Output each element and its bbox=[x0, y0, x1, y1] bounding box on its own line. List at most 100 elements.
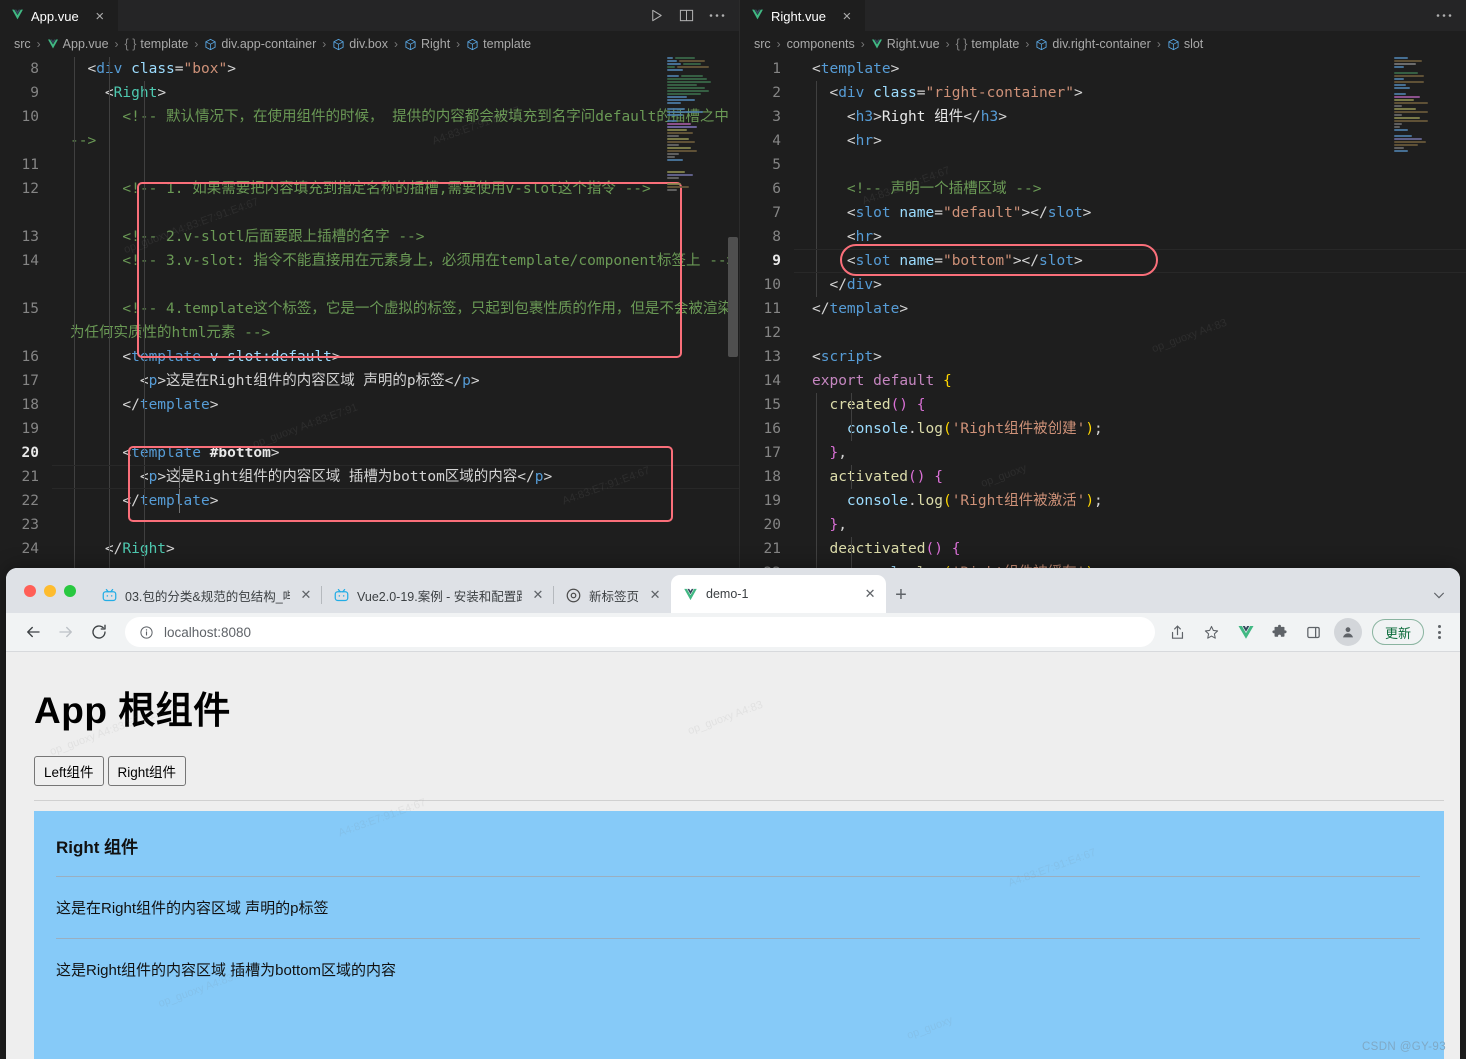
browser-tab[interactable]: Vue2.0-19.案例 - 安装和配置路由 ✕ bbox=[322, 577, 554, 613]
breadcrumb-item-template[interactable]: { } template bbox=[125, 37, 189, 51]
symbol-cube-icon bbox=[205, 38, 216, 50]
csdn-watermark: CSDN @GY-93 bbox=[1361, 1041, 1446, 1053]
back-button[interactable] bbox=[18, 617, 48, 647]
code-line: console.log('Right组件被创建'); bbox=[846, 421, 1103, 437]
page-title: App 根组件 bbox=[34, 690, 231, 732]
line-number: 20 bbox=[763, 517, 781, 533]
close-icon[interactable]: ✕ bbox=[298, 587, 314, 603]
vue-file-icon bbox=[47, 39, 58, 49]
code-line: created() { bbox=[829, 397, 926, 413]
breadcrumb-item-box[interactable]: div.box bbox=[332, 37, 388, 51]
chrome-icon bbox=[566, 588, 581, 603]
breadcrumb-item-file[interactable]: App.vue bbox=[47, 37, 109, 51]
address-bar-url: localhost:8080 bbox=[164, 624, 252, 640]
left-component-button[interactable]: Left组件 bbox=[34, 756, 104, 787]
page-viewport: App 根组件 Left组件 Right组件 Right 组件 这是在Right… bbox=[6, 651, 1460, 1059]
close-icon[interactable]: × bbox=[839, 9, 855, 24]
code-line-comment: <!-- 1. 如果需要把内容填充到指定名称的插槽,需要使用v-slot这个指令… bbox=[70, 181, 651, 197]
vue-file-icon bbox=[751, 8, 764, 24]
line-number: 17 bbox=[21, 373, 39, 389]
code-line-comment: <!-- 2.v-slotl后面要跟上插槽的名字 --> bbox=[70, 229, 425, 245]
line-number-active: 9 bbox=[772, 253, 781, 269]
vue-devtools-icon[interactable] bbox=[1232, 618, 1260, 646]
vue-file-icon bbox=[871, 39, 882, 49]
breadcrumb-item-src[interactable]: src bbox=[14, 37, 31, 51]
code-line: activated() { bbox=[829, 469, 943, 485]
code-line: <h3>Right 组件</h3> bbox=[812, 109, 1007, 125]
maximize-window-button[interactable] bbox=[64, 584, 76, 597]
bottom-slot-content: 这是Right组件的内容区域 插槽为bottom区域的内容 bbox=[56, 962, 397, 980]
symbol-cube-icon bbox=[405, 38, 416, 50]
line-number: 9 bbox=[30, 85, 39, 101]
editor-tabbar-left: App.vue × bbox=[0, 0, 739, 31]
update-button[interactable]: 更新 bbox=[1371, 619, 1424, 646]
chevron-right-icon: › bbox=[194, 37, 199, 51]
tab-search-button[interactable] bbox=[1432, 577, 1460, 613]
chevron-down-icon bbox=[1434, 592, 1444, 599]
editor-tab-label: Right.vue bbox=[771, 8, 826, 24]
code-line: </template> bbox=[812, 301, 909, 317]
editor-actions-right bbox=[1436, 0, 1466, 31]
editor-tab-label: App.vue bbox=[31, 8, 79, 24]
browser-tab[interactable]: 新标签页 ✕ bbox=[554, 577, 671, 613]
forward-button[interactable] bbox=[51, 617, 81, 647]
line-number: 5 bbox=[772, 157, 781, 173]
breadcrumb-item-right[interactable]: Right bbox=[404, 37, 450, 51]
chevron-right-icon: › bbox=[456, 37, 461, 51]
code-line: <p>这是Right组件的内容区域 插槽为bottom区域的内容</p> bbox=[70, 469, 553, 485]
code-line: }, bbox=[829, 517, 847, 533]
code-line: <slot name="bottom"></slot> bbox=[812, 253, 1083, 269]
breadcrumb-item-app-container[interactable]: div.app-container bbox=[204, 37, 316, 51]
split-editor-icon[interactable] bbox=[679, 8, 694, 23]
line-number-active: 20 bbox=[21, 445, 39, 461]
star-icon[interactable] bbox=[1198, 618, 1226, 646]
editor-tab-app-vue[interactable]: App.vue × bbox=[0, 0, 118, 31]
editor-tab-right-vue[interactable]: Right.vue × bbox=[740, 0, 865, 31]
symbol-cube-icon bbox=[467, 38, 478, 50]
close-icon[interactable]: ✕ bbox=[530, 587, 546, 603]
breadcrumb-item-components[interactable]: components bbox=[787, 37, 855, 51]
code-line: </template> bbox=[70, 397, 219, 413]
profile-avatar-icon[interactable] bbox=[1333, 618, 1362, 647]
minimize-window-button[interactable] bbox=[44, 584, 56, 597]
chevron-right-icon: › bbox=[860, 37, 865, 51]
line-number: 12 bbox=[763, 325, 781, 341]
breadcrumb-left: src › App.vue › { } template › div.app-c… bbox=[0, 31, 739, 57]
line-number: 1 bbox=[772, 61, 781, 77]
run-icon[interactable] bbox=[649, 8, 664, 23]
browser-tab[interactable]: 03.包的分类&规范的包结构_哔哩 ✕ bbox=[90, 577, 322, 613]
new-tab-button[interactable]: + bbox=[886, 577, 916, 613]
breadcrumb-item-right-container[interactable]: div.right-container bbox=[1035, 37, 1151, 51]
share-icon[interactable] bbox=[1164, 618, 1192, 646]
right-component-button[interactable]: Right组件 bbox=[107, 756, 187, 787]
close-icon[interactable]: ✕ bbox=[647, 587, 663, 603]
line-number: 24 bbox=[21, 541, 39, 557]
breadcrumb-item-slot[interactable]: slot bbox=[1167, 37, 1203, 51]
line-number: 15 bbox=[21, 301, 39, 317]
browser-tab-active[interactable]: demo-1 ✕ bbox=[671, 575, 887, 613]
side-panel-icon[interactable] bbox=[1300, 618, 1328, 646]
breadcrumb-item-src[interactable]: src bbox=[754, 37, 771, 51]
line-number: 8 bbox=[30, 61, 39, 77]
more-actions-icon[interactable] bbox=[1436, 13, 1452, 18]
puzzle-icon[interactable] bbox=[1266, 618, 1294, 646]
info-circle-icon[interactable] bbox=[139, 625, 154, 640]
line-number: 16 bbox=[21, 349, 39, 365]
line-number: 7 bbox=[772, 205, 781, 221]
close-icon[interactable]: × bbox=[92, 9, 108, 24]
breadcrumb-item-template-2[interactable]: template bbox=[466, 37, 531, 51]
breadcrumb-item-file[interactable]: Right.vue bbox=[871, 37, 940, 51]
line-number: 21 bbox=[763, 541, 781, 557]
close-icon[interactable]: ✕ bbox=[862, 586, 878, 602]
address-bar[interactable]: localhost:8080 bbox=[125, 617, 1155, 648]
kebab-menu-icon[interactable] bbox=[1430, 625, 1448, 640]
chevron-right-icon: › bbox=[36, 37, 41, 51]
line-number: 14 bbox=[21, 253, 39, 269]
line-number: 4 bbox=[772, 133, 781, 149]
breadcrumb-item-template[interactable]: { } template bbox=[956, 37, 1020, 51]
reload-button[interactable] bbox=[84, 617, 114, 647]
close-window-button[interactable] bbox=[24, 584, 36, 597]
more-actions-icon[interactable] bbox=[709, 13, 725, 18]
